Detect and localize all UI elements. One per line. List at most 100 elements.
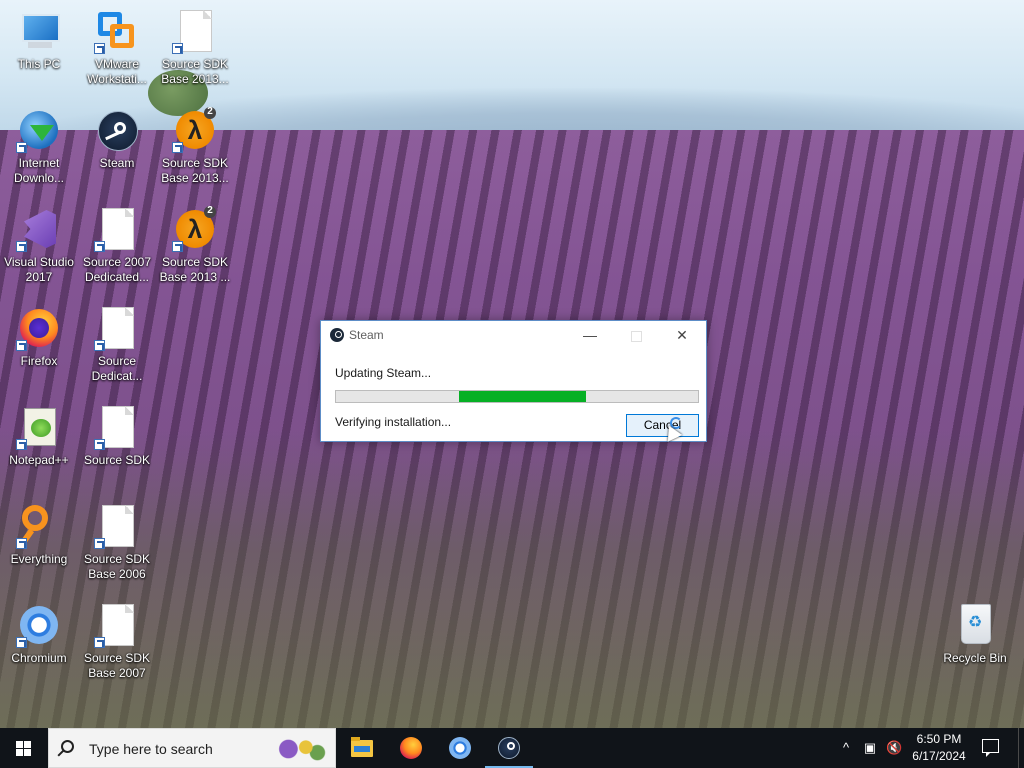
taskbar-app-file-explorer[interactable] — [338, 728, 386, 768]
chromium-icon — [449, 737, 471, 759]
document-icon — [94, 503, 140, 549]
desktop-icon-visual-studio[interactable]: Visual Studio 2017 — [0, 206, 78, 285]
recycle-bin-icon — [952, 602, 998, 648]
desktop-icon-label: Source SDK — [83, 453, 151, 467]
shortcut-arrow-icon — [172, 142, 183, 153]
half-life-2-icon: λ2 — [172, 107, 218, 153]
desktop-icon-firefox[interactable]: Firefox — [0, 305, 78, 369]
firefox-icon — [16, 305, 62, 351]
volume-muted-icon[interactable]: 🔇 — [886, 740, 902, 756]
cancel-button[interactable]: Cancel — [626, 414, 699, 437]
steam-icon — [94, 107, 140, 153]
shortcut-arrow-icon — [172, 241, 183, 252]
steam-icon — [330, 328, 344, 342]
desktop-icon-label: Visual Studio 2017 — [4, 255, 74, 284]
this-pc-icon — [16, 8, 62, 54]
document-icon — [94, 602, 140, 648]
close-button[interactable]: ✕ — [659, 321, 705, 350]
taskbar-app-firefox[interactable] — [387, 728, 435, 768]
progress-bar-fill — [459, 391, 586, 402]
start-button[interactable] — [0, 728, 48, 768]
desktop-icon-source-sdk-base-2013-c[interactable]: λ2 Source SDK Base 2013 ... — [156, 206, 234, 285]
desktop-icon-label: Source SDK Base 2007 — [83, 651, 151, 680]
clock-time: 6:50 PM — [916, 732, 962, 746]
desktop-icon-label: Source SDK Base 2013 ... — [159, 255, 231, 284]
clock-date: 6/17/2024 — [912, 749, 966, 763]
shortcut-arrow-icon — [172, 43, 183, 54]
desktop-icon-internet-download-manager[interactable]: Internet Downlo... — [0, 107, 78, 186]
internet-download-manager-icon — [16, 107, 62, 153]
taskbar-app-chromium[interactable] — [436, 728, 484, 768]
everything-search-icon — [16, 503, 62, 549]
maximize-icon — [630, 330, 642, 342]
desktop-icon-label: Internet Downlo... — [13, 156, 65, 185]
file-explorer-icon — [351, 737, 373, 757]
shortcut-arrow-icon — [16, 637, 27, 648]
shortcut-arrow-icon — [16, 142, 27, 153]
steam-update-dialog: Steam — ✕ Updating Steam... Verifying in… — [320, 320, 707, 442]
desktop-icon-label: Source 2007 Dedicated... — [82, 255, 152, 284]
shortcut-arrow-icon — [94, 637, 105, 648]
desktop-icon-source-dedicated[interactable]: Source Dedicat... — [78, 305, 156, 384]
desktop-icon-source-sdk-base-2006[interactable]: Source SDK Base 2006 — [78, 503, 156, 582]
desktop-icon-notepad-plus-plus[interactable]: Notepad++ — [0, 404, 78, 468]
shortcut-arrow-icon — [94, 43, 105, 54]
shortcut-arrow-icon — [16, 439, 27, 450]
desktop-icon-everything[interactable]: Everything — [0, 503, 78, 567]
document-icon — [94, 206, 140, 252]
shortcut-arrow-icon — [94, 538, 105, 549]
desktop-icon-label: Source Dedicat... — [91, 354, 143, 383]
desktop-icon-steam[interactable]: Steam — [78, 107, 156, 171]
shortcut-arrow-icon — [94, 241, 105, 252]
desktop-icon-source-2007-dedicated[interactable]: Source 2007 Dedicated... — [78, 206, 156, 285]
desktop-icon-this-pc[interactable]: This PC — [0, 8, 78, 72]
search-highlight-illustration — [271, 731, 329, 767]
desktop-icon-label: Steam — [99, 156, 135, 170]
taskbar-app-steam[interactable] — [485, 728, 533, 768]
desktop-icon-label: Everything — [10, 552, 68, 566]
desktop-icon-source-sdk[interactable]: Source SDK — [78, 404, 156, 468]
desktop-icon-label: Chromium — [11, 651, 67, 665]
shortcut-arrow-icon — [16, 340, 27, 351]
vmware-icon — [94, 8, 140, 54]
taskbar-clock[interactable]: 6:50 PM 6/17/2024 — [904, 731, 974, 765]
desktop-icon-label: Recycle Bin — [943, 651, 1007, 665]
taskbar-search-box[interactable]: Type here to search — [48, 728, 336, 768]
desktop-icon-label: This PC — [17, 57, 61, 71]
document-icon — [94, 404, 140, 450]
search-placeholder: Type here to search — [89, 741, 213, 757]
shortcut-arrow-icon — [94, 340, 105, 351]
desktop-icon-label: Firefox — [20, 354, 58, 368]
maximize-button — [613, 321, 659, 350]
desktop-icon-chromium[interactable]: Chromium — [0, 602, 78, 666]
dialog-titlebar[interactable]: Steam — ✕ — [321, 321, 706, 350]
shortcut-arrow-icon — [16, 241, 27, 252]
notification-center-icon[interactable] — [982, 739, 999, 757]
network-icon[interactable]: ▣ — [862, 740, 878, 756]
system-tray: ^ ▣ 🔇 — [834, 728, 904, 768]
desktop-icon-label: Notepad++ — [9, 453, 69, 467]
steam-icon — [498, 737, 520, 759]
update-progress-bar — [335, 390, 699, 403]
half-life-2-icon: λ2 — [172, 206, 218, 252]
windows-logo-icon — [16, 741, 32, 756]
desktop-icon-source-sdk-base-2013-b[interactable]: λ2 Source SDK Base 2013... — [156, 107, 234, 186]
minimize-button[interactable]: — — [567, 321, 613, 350]
desktop-icon-recycle-bin[interactable]: Recycle Bin — [936, 602, 1014, 666]
chromium-icon — [16, 602, 62, 648]
taskbar: Type here to search ^ ▣ 🔇 6:50 PM 6/17/2… — [0, 728, 1024, 768]
shortcut-arrow-icon — [16, 538, 27, 549]
dialog-title: Steam — [349, 328, 384, 342]
show-hidden-icons-chevron-icon[interactable]: ^ — [838, 740, 854, 756]
desktop-icon-source-sdk-base-2007[interactable]: Source SDK Base 2007 — [78, 602, 156, 681]
desktop-icon-label: Source SDK Base 2013... — [161, 156, 229, 185]
desktop-icon-label: Source SDK Base 2013... — [161, 57, 229, 86]
desktop-icon-label: VMware Workstati... — [87, 57, 147, 86]
desktop-icon-source-sdk-base-2013-a[interactable]: Source SDK Base 2013... — [156, 8, 234, 87]
show-desktop-button[interactable] — [1018, 728, 1024, 768]
document-icon — [94, 305, 140, 351]
desktop-icon-vmware[interactable]: VMware Workstati... — [78, 8, 156, 87]
desktop-icon-label: Source SDK Base 2006 — [83, 552, 151, 581]
status-text-verifying: Verifying installation... — [335, 415, 452, 429]
firefox-icon — [400, 737, 422, 759]
